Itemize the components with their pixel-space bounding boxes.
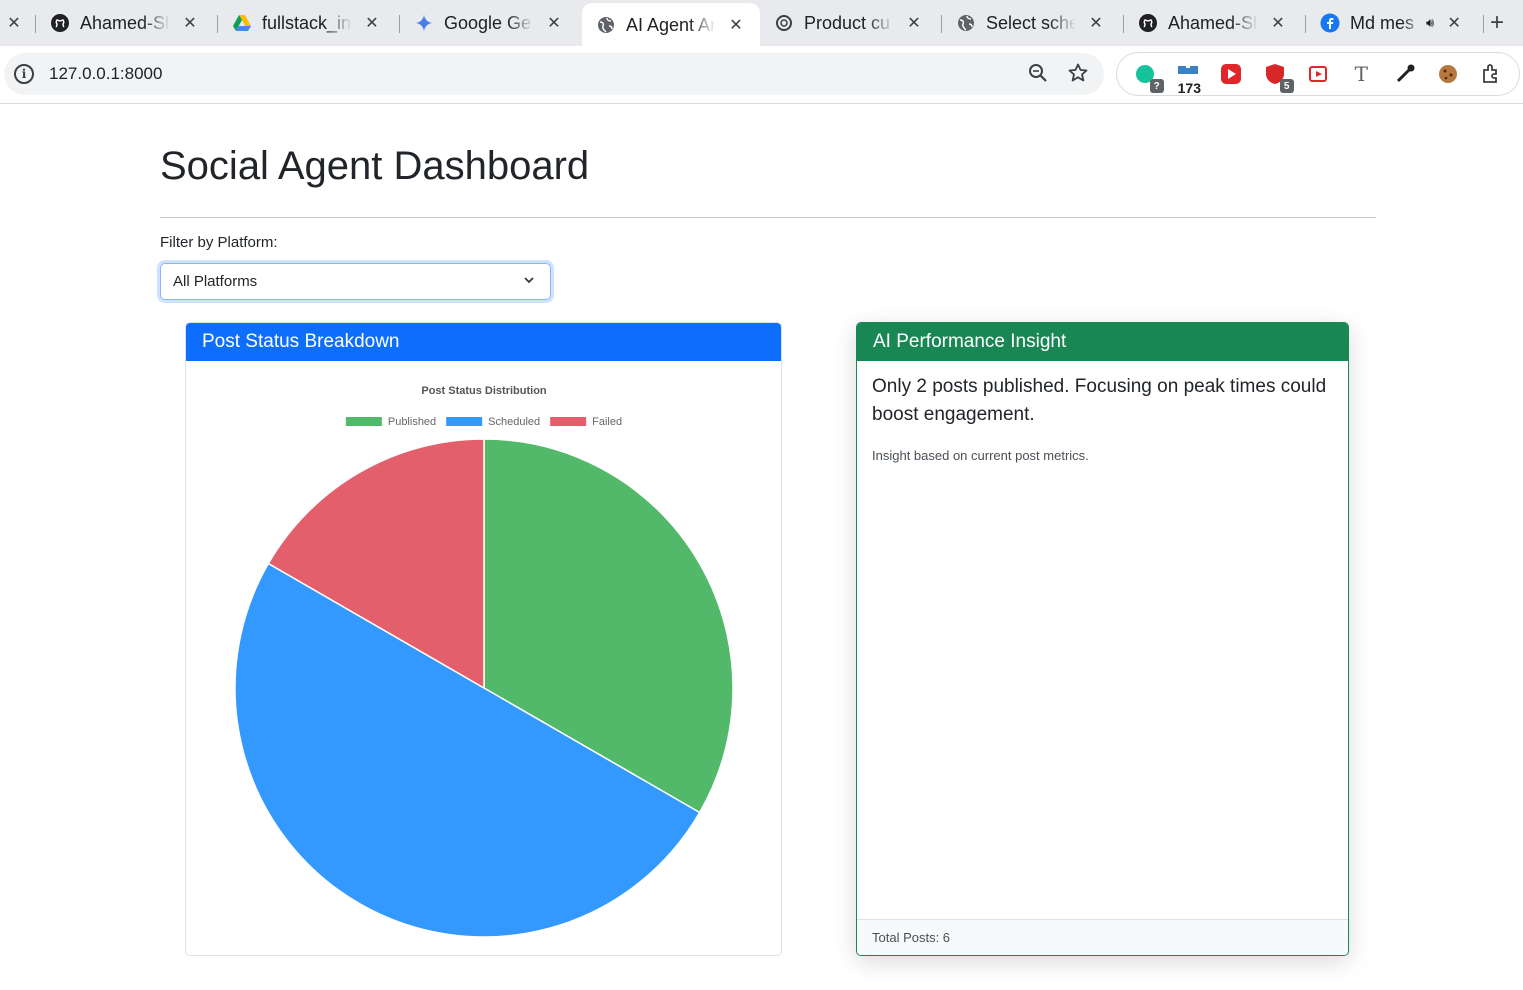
facebook-icon — [1320, 13, 1340, 33]
tab-label: Ahamed-Sh — [1168, 12, 1258, 33]
tab-8[interactable]: Md mes 🔊︎ ✕ — [1306, 3, 1484, 43]
legend-label: Failed — [592, 416, 622, 428]
legend-item-failed[interactable]: Failed — [550, 416, 622, 428]
github-icon — [50, 13, 70, 33]
legend-label: Published — [388, 416, 436, 428]
tab-7[interactable]: Ahamed-Sh ✕ — [1124, 3, 1306, 43]
select-value: All Platforms — [173, 273, 258, 290]
ext-badge: ? — [1149, 79, 1164, 93]
zoom-icon[interactable] — [1028, 63, 1048, 88]
tab-2[interactable]: fullstack_in ✕ — [218, 3, 400, 43]
close-icon[interactable]: ✕ — [906, 13, 922, 33]
chevron-down-icon — [522, 273, 536, 291]
tab-5[interactable]: Product cu ✕ — [760, 3, 942, 43]
legend-item-published[interactable]: Published — [345, 416, 436, 428]
ext-badge: 5 — [1279, 79, 1294, 93]
card-footer: Total Posts: 6 — [857, 919, 1348, 955]
globe-icon — [956, 13, 976, 33]
youtube-ext-icon[interactable] — [1305, 61, 1331, 87]
insight-text: Only 2 posts published. Focusing on peak… — [872, 376, 1327, 425]
chart-legend: Published Scheduled Failed — [345, 416, 622, 428]
tab-label: fullstack_in — [262, 12, 352, 33]
font-ext-icon[interactable]: T — [1348, 61, 1374, 87]
close-icon[interactable]: ✕ — [6, 13, 22, 33]
github-icon — [1138, 13, 1158, 33]
tab-label: Ahamed-Sh — [80, 12, 170, 33]
legend-swatch — [345, 417, 382, 426]
close-icon[interactable]: ✕ — [1446, 13, 1462, 33]
globe-icon — [596, 15, 616, 35]
shield-ext-icon[interactable]: 5 — [1262, 61, 1294, 93]
video-ext-icon[interactable] — [1218, 61, 1244, 87]
close-icon[interactable]: ✕ — [1270, 13, 1286, 33]
tab-6[interactable]: Select sche ✕ — [942, 3, 1124, 43]
close-icon[interactable]: ✕ — [546, 13, 562, 33]
close-icon[interactable]: ✕ — [182, 13, 198, 33]
close-icon[interactable]: ✕ — [728, 15, 744, 35]
divider — [160, 217, 1376, 218]
filter-label: Filter by Platform: — [160, 234, 278, 251]
page-title: Social Agent Dashboard — [160, 144, 590, 188]
browser-tab-strip: ✕ Ahamed-Sh ✕ fullstack_in ✕ Google Ge ✕… — [0, 0, 1523, 47]
tab-label: Md mes — [1350, 12, 1415, 33]
legend-item-scheduled[interactable]: Scheduled — [446, 416, 540, 428]
platform-filter-select[interactable]: All Platforms — [160, 263, 551, 300]
tab-label: AI Agent Ar — [626, 14, 716, 35]
legend-swatch — [446, 417, 483, 426]
site-info-icon[interactable]: i — [14, 64, 34, 84]
puzzle-ext-icon[interactable] — [1478, 61, 1504, 87]
extensions-area: ? 173 5 T — [1116, 52, 1520, 96]
insight-note: Insight based on current post metrics. — [872, 448, 1089, 463]
gemini-icon — [414, 13, 434, 33]
url-text[interactable]: 127.0.0.1:8000 — [49, 64, 162, 84]
close-icon[interactable]: ✕ — [1088, 13, 1104, 33]
calendar-ext-icon[interactable]: 173 — [1175, 61, 1201, 96]
grammar-ext-icon[interactable]: ? — [1132, 61, 1164, 93]
legend-label: Scheduled — [488, 416, 540, 428]
close-icon[interactable]: ✕ — [364, 13, 380, 33]
tab-4-active[interactable]: AI Agent Ar ✕ — [582, 3, 760, 47]
card-header: Post Status Breakdown — [186, 323, 781, 361]
ext-badge: 173 — [1177, 80, 1201, 96]
tab-label: Google Ge — [444, 12, 532, 33]
chart-title: Post Status Distribution — [421, 385, 547, 397]
pie-chart: Post Status Distribution Published Schedu… — [234, 385, 734, 938]
browser-toolbar: i 127.0.0.1:8000 ? 173 5 T — [0, 46, 1523, 104]
eyedropper-ext-icon[interactable] — [1392, 61, 1418, 87]
google-drive-icon — [232, 13, 252, 33]
post-status-card: Post Status Breakdown Post Status Distri… — [185, 322, 782, 956]
tab-1[interactable]: Ahamed-Sh ✕ — [36, 3, 218, 43]
tab-3[interactable]: Google Ge ✕ — [400, 3, 582, 43]
new-tab-button[interactable]: + — [1490, 9, 1504, 37]
tab-label: Select sche — [986, 12, 1076, 33]
speaker-icon[interactable]: 🔊︎ — [1426, 15, 1434, 31]
tab-label: Product cu — [804, 12, 891, 33]
openai-icon — [774, 13, 794, 33]
legend-swatch — [550, 417, 587, 426]
ai-insight-card: AI Performance Insight Only 2 posts publ… — [856, 322, 1349, 956]
pie-slices — [234, 438, 734, 938]
bookmark-star-icon[interactable] — [1068, 63, 1088, 88]
tab-0[interactable]: ✕ — [0, 3, 36, 43]
card-header: AI Performance Insight — [857, 323, 1348, 361]
cookie-ext-icon[interactable] — [1435, 61, 1461, 87]
address-bar[interactable]: i 127.0.0.1:8000 — [4, 53, 1104, 95]
